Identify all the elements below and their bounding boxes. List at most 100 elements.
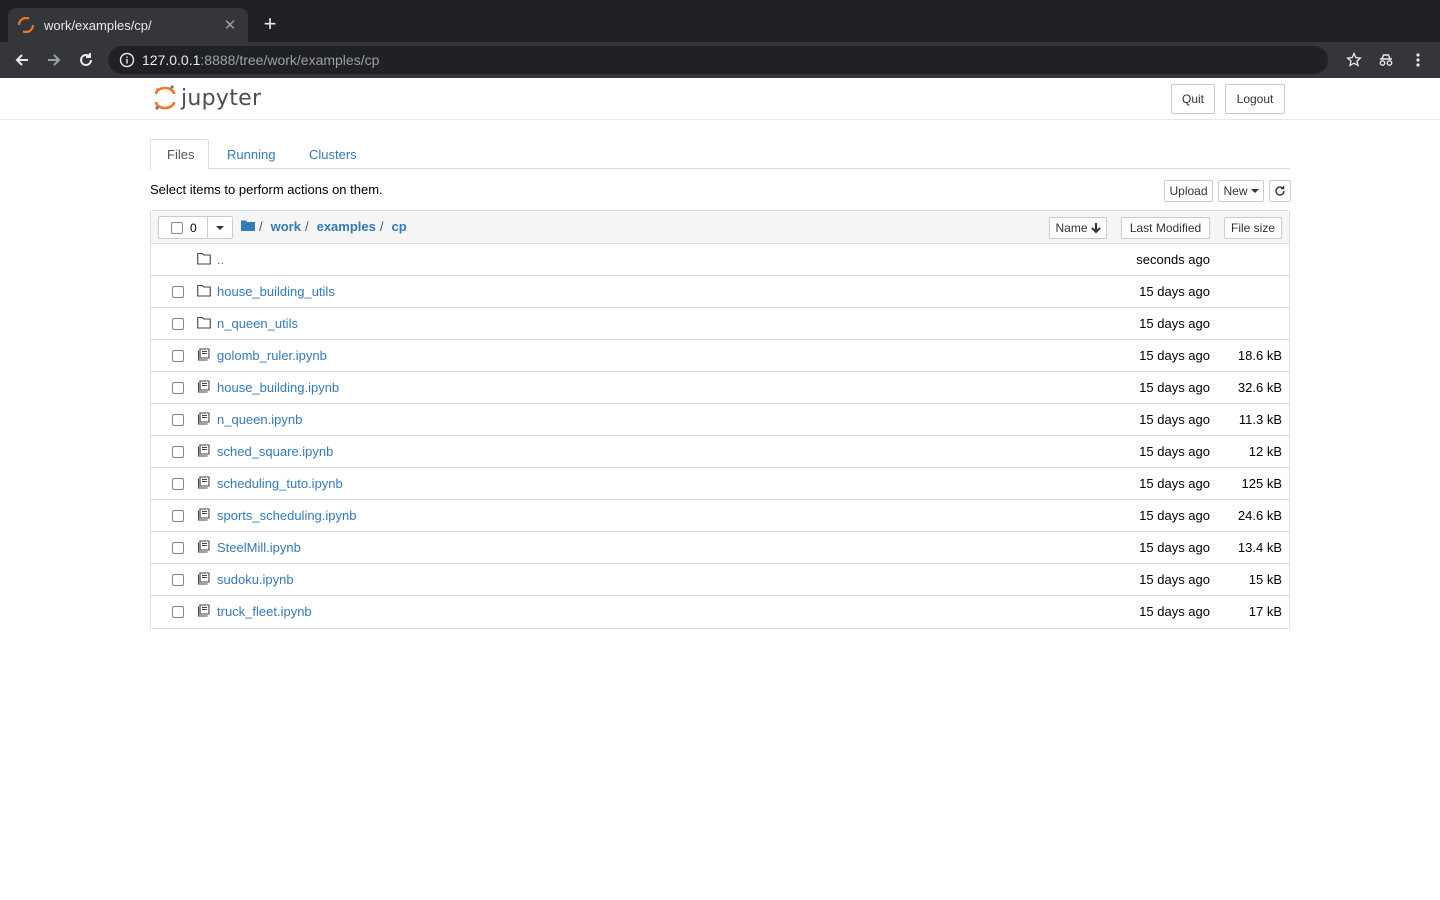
folder-icon [197,252,211,266]
list-item[interactable]: SteelMill.ipynb 15 days ago 13.4 kB [151,532,1289,564]
breadcrumb-work[interactable]: work [271,219,301,234]
breadcrumb-cp[interactable]: cp [391,219,406,234]
sort-by-size-button[interactable]: File size [1224,217,1282,239]
folder-home-icon[interactable] [241,219,255,234]
refresh-icon [1275,186,1285,196]
refresh-button[interactable] [1269,180,1291,202]
address-bar[interactable]: 127.0.0.1:8888/tree/work/examples/cp [108,46,1328,74]
list-item[interactable]: n_queen.ipynb 15 days ago 11.3 kB [151,404,1289,436]
row-checkbox[interactable] [172,350,184,362]
list-item[interactable]: sudoku.ipynb 15 days ago 15 kB [151,564,1289,596]
row-checkbox[interactable] [172,606,184,618]
select-menu-dropdown[interactable] [208,217,232,238]
item-name-link[interactable]: sudoku.ipynb [217,572,294,587]
new-tab-button[interactable]: + [258,12,282,36]
notebook-icon [197,508,211,522]
list-item[interactable]: scheduling_tuto.ipynb 15 days ago 125 kB [151,468,1289,500]
list-item[interactable]: n_queen_utils 15 days ago [151,308,1289,340]
modified-time: 15 days ago [1139,444,1210,459]
upload-button[interactable]: Upload [1164,180,1213,202]
jupyter-logo[interactable]: jupyter [153,84,261,112]
jupyter-header: jupyter Quit Logout [0,78,1440,120]
item-name-link[interactable]: n_queen.ipynb [217,412,302,427]
breadcrumb: / work / examples / cp [241,219,407,234]
list-header: 0 / work / examples / cp Name Last Modif… [151,211,1289,244]
browser-tab-title: work/examples/cp/ [44,17,152,33]
reload-icon[interactable] [70,44,102,76]
notebook-icon [197,380,211,394]
selection-hint: Select items to perform actions on them. [150,182,383,197]
incognito-icon[interactable] [1370,44,1402,76]
file-size: 17 kB [1248,604,1282,619]
select-all-group: 0 [158,216,233,239]
item-name-link[interactable]: sports_scheduling.ipynb [217,508,356,523]
row-checkbox[interactable] [172,382,184,394]
browser-tabstrip: work/examples/cp/ ✕ + [0,0,1440,42]
list-item[interactable]: sched_square.ipynb 15 days ago 12 kB [151,436,1289,468]
row-checkbox[interactable] [172,510,184,522]
folder-icon [197,316,211,330]
modified-time: 15 days ago [1139,348,1210,363]
row-checkbox[interactable] [172,478,184,490]
item-name-link[interactable]: golomb_ruler.ipynb [217,348,327,363]
logout-button[interactable]: Logout [1225,84,1285,114]
row-checkbox[interactable] [172,542,184,554]
parent-directory-link[interactable]: .. [217,252,224,267]
sort-by-name-button[interactable]: Name [1049,217,1107,239]
browser-toolbar: 127.0.0.1:8888/tree/work/examples/cp [0,42,1440,78]
forward-arrow-icon[interactable] [38,44,70,76]
list-item[interactable]: truck_fleet.ipynb 15 days ago 17 kB [151,596,1289,628]
row-checkbox[interactable] [172,574,184,586]
back-arrow-icon[interactable] [6,44,38,76]
notebook-icon [197,444,211,458]
list-item[interactable]: house_building_utils 15 days ago [151,276,1289,308]
quit-button[interactable]: Quit [1171,84,1215,114]
caret-down-icon [1250,189,1259,193]
file-size: 125 kB [1241,476,1282,491]
select-all-control[interactable]: 0 [159,217,208,238]
file-size: 11.3 kB [1238,412,1282,427]
row-checkbox[interactable] [172,286,184,298]
jupyter-favicon-icon [18,17,34,33]
sort-by-modified-button[interactable]: Last Modified [1121,217,1210,239]
file-size: 32.6 kB [1237,380,1282,395]
item-name-link[interactable]: house_building.ipynb [217,380,339,395]
file-size: 13.4 kB [1237,540,1282,555]
item-name-link[interactable]: SteelMill.ipynb [217,540,301,555]
list-item[interactable]: sports_scheduling.ipynb 15 days ago 24.6 k… [151,500,1289,532]
file-size: 15 kB [1248,572,1282,587]
item-name-link[interactable]: truck_fleet.ipynb [217,604,312,619]
new-button[interactable]: New [1218,180,1264,202]
kebab-menu-icon[interactable] [1402,44,1434,76]
item-name-link[interactable]: house_building_utils [217,284,335,299]
arrow-down-icon [1090,222,1101,233]
notebook-icon [197,572,211,586]
url-path: :8888/tree/work/examples/cp [200,52,380,68]
modified-time: 15 days ago [1139,572,1210,587]
select-all-checkbox[interactable] [171,221,183,234]
browser-tab[interactable]: work/examples/cp/ ✕ [8,8,248,42]
file-size: 24.6 kB [1237,508,1282,523]
notebook-icon [197,348,211,362]
modified-time: seconds ago [1136,252,1210,267]
row-checkbox[interactable] [172,318,184,330]
tab-clusters[interactable]: Clusters [293,139,373,169]
close-tab-icon[interactable]: ✕ [222,16,238,34]
list-item[interactable]: house_building.ipynb 15 days ago 32.6 kB [151,372,1289,404]
notebook-list: 0 / work / examples / cp Name Last Modif… [150,210,1290,629]
breadcrumb-examples[interactable]: examples [317,219,376,234]
notebook-icon [197,412,211,426]
item-name-link[interactable]: sched_square.ipynb [217,444,333,459]
tab-files[interactable]: Files [150,139,209,170]
row-checkbox[interactable] [172,414,184,426]
row-checkbox[interactable] [172,446,184,458]
list-item[interactable]: golomb_ruler.ipynb 15 days ago 18.6 kB [151,340,1289,372]
file-size: 12 kB [1248,444,1282,459]
item-name-link[interactable]: n_queen_utils [217,316,298,331]
item-name-link[interactable]: scheduling_tuto.ipynb [217,476,343,491]
url-host: 127.0.0.1 [142,52,201,68]
parent-directory-row[interactable]: .. seconds ago [151,244,1289,276]
tab-running[interactable]: Running [211,139,291,169]
info-icon[interactable] [118,51,136,69]
bookmark-star-icon[interactable] [1338,44,1370,76]
